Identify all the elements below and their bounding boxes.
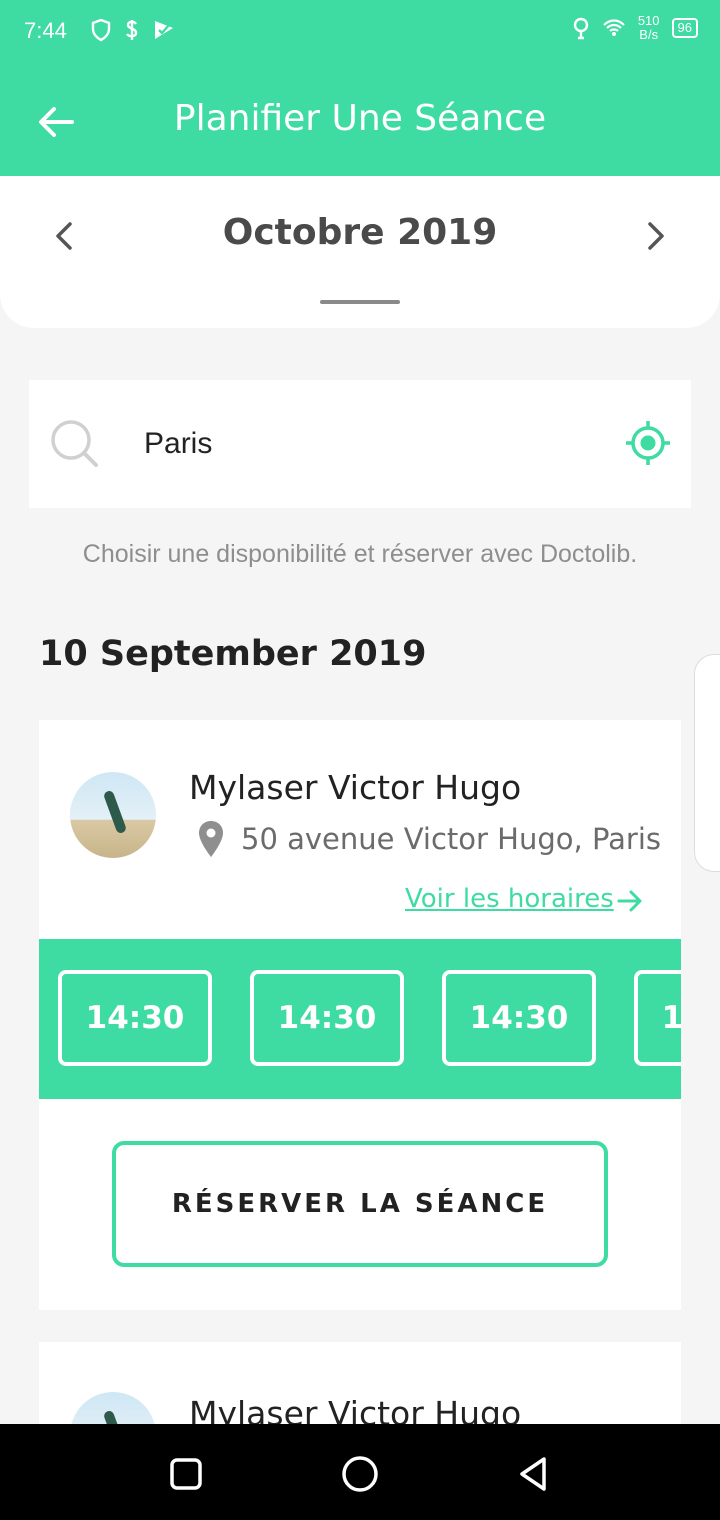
status-time: 7:44	[24, 18, 67, 43]
search-input[interactable]	[144, 420, 584, 468]
crosshair-icon[interactable]	[625, 420, 671, 466]
time-slot[interactable]: 14:30	[634, 970, 681, 1066]
search-icon	[51, 420, 98, 467]
month-picker: Octobre 2019	[0, 176, 720, 328]
chevron-right-icon[interactable]	[640, 216, 672, 256]
avatar	[70, 772, 156, 858]
map-pin-icon	[199, 821, 223, 857]
check-flag-icon	[155, 21, 173, 39]
page-title: Planifier Une Séance	[173, 98, 547, 139]
back-triangle-icon[interactable]	[510, 1450, 558, 1498]
location-search	[29, 380, 691, 508]
recents-square-icon[interactable]	[162, 1450, 210, 1498]
clinic-card: Mylaser Victor Hugo 50 avenue Victor Hug…	[39, 720, 681, 1310]
month-label: Octobre 2019	[222, 212, 498, 253]
side-drawer-tab[interactable]	[694, 654, 720, 872]
wifi-icon	[603, 19, 625, 36]
net-speed-unit: B/s	[639, 27, 659, 42]
battery-indicator: 96	[671, 18, 698, 38]
dollar-icon	[126, 20, 138, 40]
time-slots: 14:30 14:30 14:30 14:30	[39, 939, 681, 1099]
time-slot[interactable]: 14:30	[250, 970, 404, 1066]
time-slot[interactable]: 14:30	[442, 970, 596, 1066]
clinic-name: Mylaser Victor Hugo	[189, 768, 522, 807]
app-bar: Planifier Une Séance	[0, 64, 720, 176]
drag-handle[interactable]	[320, 300, 400, 304]
reserve-session-button[interactable]: RÉSERVER LA SÉANCE	[112, 1141, 608, 1267]
home-circle-icon[interactable]	[336, 1450, 384, 1498]
arrow-right-icon[interactable]	[617, 888, 643, 914]
time-slot[interactable]: 14:30	[58, 970, 212, 1066]
status-icons-right: 510 B/s 96	[572, 14, 698, 42]
clinic-address: 50 avenue Victor Hugo, Paris	[241, 822, 661, 856]
system-nav-bar	[0, 1424, 720, 1520]
hint-text: Choisir une disponibilité et réserver av…	[82, 540, 638, 568]
view-hours-link[interactable]: Voir les horaires	[405, 884, 614, 914]
bulb-icon	[573, 17, 589, 40]
net-speed: 510 B/s	[638, 14, 660, 42]
date-heading: 10 September 2019	[39, 634, 427, 674]
status-icons-left	[90, 18, 176, 42]
status-bar: 7:44 510 B/s 96	[0, 0, 720, 64]
shield-icon	[91, 18, 111, 42]
net-speed-value: 510	[637, 13, 660, 28]
